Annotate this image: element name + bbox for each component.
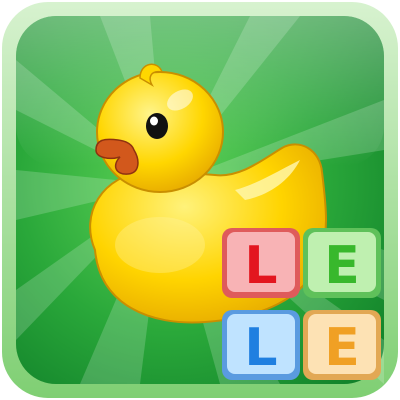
letter-tile-4: E: [303, 310, 381, 380]
letter-tile-1: L: [222, 228, 300, 298]
app-icon-stage: L E L E: [0, 0, 400, 400]
app-icon-artwork: L E L E: [0, 0, 400, 400]
tile-2-letter: E: [324, 236, 360, 296]
letter-tile-3: L: [222, 310, 300, 380]
tile-1-letter: L: [244, 236, 277, 296]
app-icon[interactable]: L E L E: [0, 0, 400, 400]
letter-tile-2: E: [303, 228, 381, 298]
tile-3-letter: L: [244, 318, 277, 378]
tile-4-letter: E: [324, 318, 360, 378]
